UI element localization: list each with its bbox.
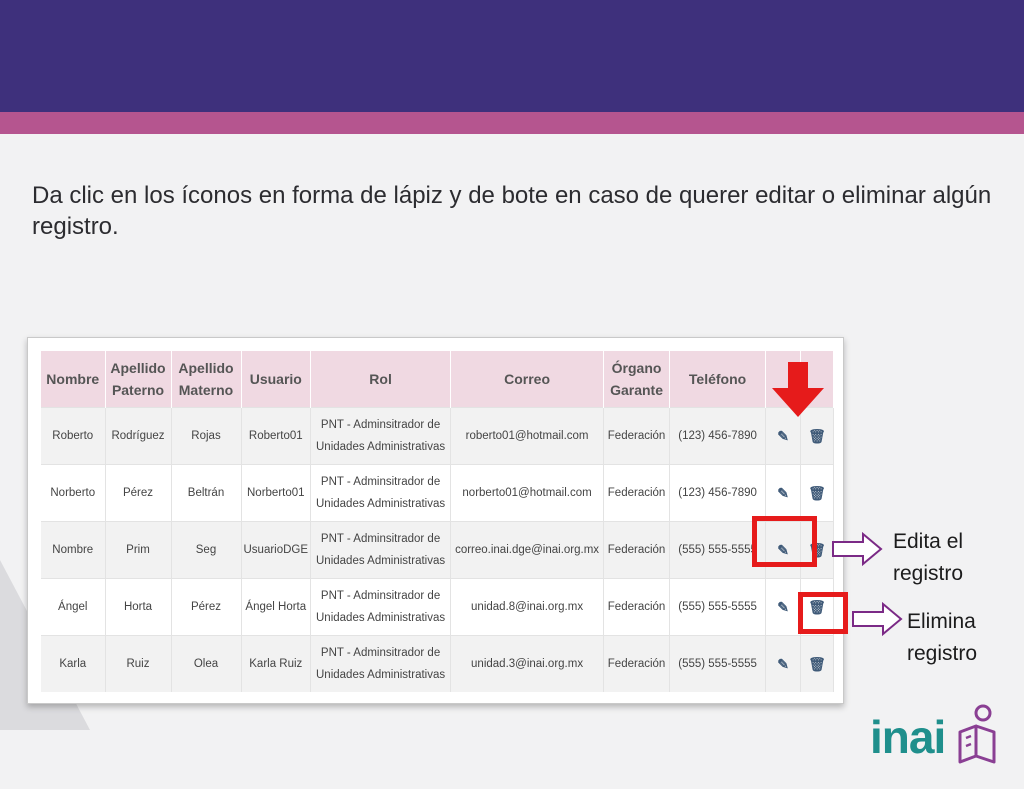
- table-row: Ángel Horta Pérez Ángel Horta PNT - Admi…: [41, 578, 835, 636]
- header-apellido-materno-text: Apellido Materno: [178, 360, 234, 398]
- header-organo-garante-text: Órgano Garante: [610, 360, 664, 398]
- cell-nombre: Nombre: [41, 521, 106, 579]
- cell-rol: PNT - Adminsitrador de Unidades Administ…: [310, 578, 452, 636]
- cell-usuario: Roberto01: [241, 407, 312, 465]
- delete-callout: Elimina registro: [907, 610, 978, 665]
- edit-highlight-box: [752, 516, 817, 567]
- edit-callout: Edita el registro: [893, 530, 964, 585]
- cell-nombre: Ángel: [41, 578, 106, 636]
- cell-correo: unidad.8@inai.org.mx: [450, 578, 605, 636]
- header-correo[interactable]: Correo: [450, 351, 605, 408]
- instruction-text: Da clic en los íconos en forma de lápiz …: [32, 182, 992, 240]
- table-row: Norberto Pérez Beltrán Norberto01 PNT - …: [41, 464, 835, 522]
- cell-organo-garante: Federación: [603, 407, 671, 465]
- table-screenshot: Nombre Apellido Paterno Apellido Materno U…: [27, 337, 844, 704]
- cell-apellido-paterno: Pérez: [105, 464, 172, 522]
- cell-apellido-paterno: Prim: [105, 521, 172, 579]
- cell-telefono: (123) 456-7890: [669, 407, 767, 465]
- cell-nombre: Roberto: [41, 407, 106, 465]
- delete-highlight-box: [798, 592, 848, 634]
- cell-usuario: Karla Ruiz: [241, 635, 312, 692]
- header-usuario[interactable]: Usuario: [241, 351, 312, 408]
- logo-text: inai: [870, 711, 946, 763]
- trash-icon[interactable]: 🗑: [800, 464, 835, 522]
- cell-telefono: (123) 456-7890: [669, 464, 767, 522]
- cell-rol: PNT - Adminsitrador de Unidades Administ…: [310, 464, 452, 522]
- table-header-row: Nombre Apellido Paterno Apellido Materno U…: [41, 351, 835, 408]
- cell-rol: PNT - Adminsitrador de Unidades Administ…: [310, 521, 452, 579]
- header-apellido-paterno-text: Apellido Paterno: [110, 360, 166, 398]
- red-down-arrow-icon: [772, 362, 824, 417]
- cell-nombre: Karla: [41, 635, 106, 692]
- cell-apellido-materno: Rojas: [171, 407, 242, 465]
- cell-apellido-paterno: Rodríguez: [105, 407, 172, 465]
- header-band: [0, 0, 1024, 112]
- delete-pointer-arrow-icon: [852, 602, 903, 636]
- accent-band: [0, 112, 1024, 134]
- pencil-icon[interactable]: ✎: [765, 635, 802, 692]
- edit-pointer-arrow-icon: [832, 532, 883, 566]
- header-nombre[interactable]: Nombre: [41, 351, 106, 408]
- users-table: Nombre Apellido Paterno Apellido Materno U…: [41, 351, 835, 692]
- cell-telefono: (555) 555-5555: [669, 635, 767, 692]
- cell-rol: PNT - Adminsitrador de Unidades Administ…: [310, 407, 452, 465]
- cell-organo-garante: Federación: [603, 578, 671, 636]
- header-rol[interactable]: Rol: [310, 351, 452, 408]
- header-organo-garante[interactable]: Órgano Garante: [603, 351, 671, 408]
- table-row: Nombre Prim Seg UsuarioDGE PNT - Adminsi…: [41, 521, 835, 579]
- cell-correo: norberto01@hotmail.com: [450, 464, 605, 522]
- cell-nombre: Norberto: [41, 464, 106, 522]
- cell-correo: roberto01@hotmail.com: [450, 407, 605, 465]
- cell-apellido-materno: Olea: [171, 635, 242, 692]
- cell-usuario: Norberto01: [241, 464, 312, 522]
- cell-apellido-paterno: Ruiz: [105, 635, 172, 692]
- header-apellido-materno[interactable]: Apellido Materno: [171, 351, 242, 408]
- cell-apellido-paterno: Horta: [105, 578, 172, 636]
- cell-usuario: Ángel Horta: [241, 578, 312, 636]
- cell-rol: PNT - Adminsitrador de Unidades Administ…: [310, 635, 452, 692]
- cell-telefono: (555) 555-5555: [669, 578, 767, 636]
- cell-apellido-materno: Pérez: [171, 578, 242, 636]
- header-telefono[interactable]: Teléfono: [669, 351, 767, 408]
- cell-organo-garante: Federación: [603, 521, 671, 579]
- pencil-icon[interactable]: ✎: [765, 578, 802, 636]
- book-person-icon: [958, 704, 996, 764]
- cell-apellido-materno: Beltrán: [171, 464, 242, 522]
- table-row: Roberto Rodríguez Rojas Roberto01 PNT - …: [41, 407, 835, 465]
- trash-icon[interactable]: 🗑: [800, 635, 835, 692]
- cell-organo-garante: Federación: [603, 635, 671, 692]
- table-row: Karla Ruiz Olea Karla Ruiz PNT - Adminsi…: [41, 635, 835, 692]
- cell-apellido-materno: Seg: [171, 521, 242, 579]
- pencil-icon[interactable]: ✎: [765, 464, 802, 522]
- cell-correo: unidad.3@inai.org.mx: [450, 635, 605, 692]
- cell-usuario: UsuarioDGE: [241, 521, 312, 579]
- inai-logo: inai: [870, 704, 1000, 770]
- cell-organo-garante: Federación: [603, 464, 671, 522]
- cell-correo: correo.inai.dge@inai.org.mx: [450, 521, 605, 579]
- header-apellido-paterno[interactable]: Apellido Paterno: [105, 351, 172, 408]
